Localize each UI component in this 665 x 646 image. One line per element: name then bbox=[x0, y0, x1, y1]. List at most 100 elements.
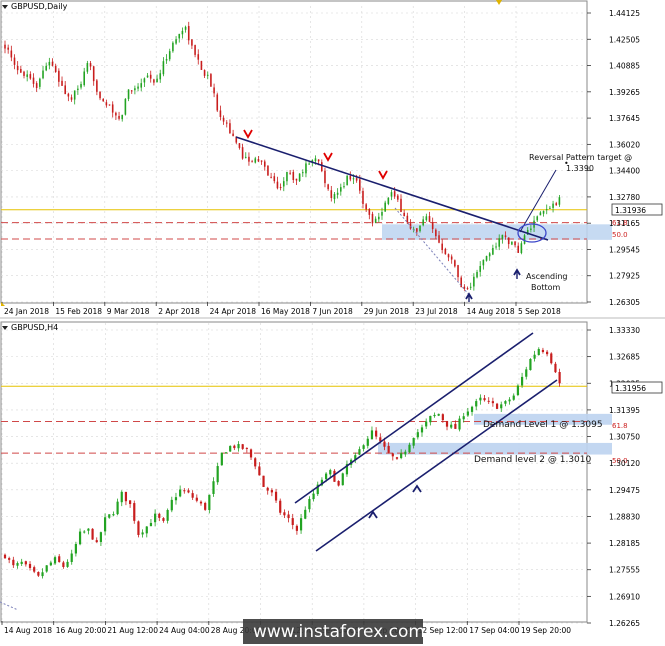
candle-body bbox=[516, 385, 520, 396]
candle-body bbox=[558, 197, 561, 205]
candle-body bbox=[359, 179, 361, 191]
candle-body bbox=[525, 369, 528, 377]
candle-body bbox=[457, 265, 459, 278]
candle-body bbox=[514, 241, 516, 246]
candle-body bbox=[308, 498, 311, 510]
x-tick-label: 5 Sep 2018 bbox=[518, 307, 561, 316]
candle-body bbox=[229, 446, 232, 452]
y-tick-label: 1.37645 bbox=[609, 114, 640, 123]
candle-body bbox=[444, 248, 447, 255]
candle-body bbox=[220, 452, 223, 466]
candle-body bbox=[245, 447, 248, 449]
candle-body bbox=[441, 414, 444, 421]
candle-body bbox=[416, 228, 418, 232]
candle-body bbox=[476, 271, 478, 278]
candle-body bbox=[404, 451, 407, 455]
candle-body bbox=[74, 543, 77, 554]
x-tick-label: 16 May 2018 bbox=[261, 307, 310, 316]
x-tick-label: 9 Mar 2018 bbox=[107, 307, 150, 316]
candle-body bbox=[149, 74, 152, 79]
candle-body bbox=[341, 473, 344, 486]
candle-body bbox=[118, 115, 120, 119]
candle-body bbox=[539, 212, 542, 216]
candle-body bbox=[412, 437, 415, 446]
y-tick-label: 1.32685 bbox=[609, 353, 640, 362]
candle-body bbox=[470, 406, 474, 412]
target-annotation-line2: 1.3390 bbox=[566, 164, 594, 173]
candle-body bbox=[450, 256, 453, 260]
candle-body bbox=[39, 78, 41, 87]
candle-body bbox=[550, 353, 553, 364]
candle-body bbox=[67, 93, 70, 97]
candle-body bbox=[108, 514, 111, 518]
candle-body bbox=[517, 245, 520, 253]
candle-body bbox=[340, 187, 342, 192]
candle-body bbox=[289, 172, 291, 174]
candle-body bbox=[7, 47, 9, 50]
candle-body bbox=[324, 473, 328, 480]
x-tick-label: 7 Jun 2018 bbox=[312, 307, 353, 316]
candle-body bbox=[4, 44, 6, 49]
candle-body bbox=[124, 491, 128, 502]
candle-body bbox=[208, 494, 211, 510]
candle-body bbox=[422, 219, 424, 226]
candle-body bbox=[299, 518, 303, 531]
candle-body bbox=[130, 90, 133, 92]
x-tick-label: 2 Apr 2018 bbox=[158, 307, 200, 316]
candle-body bbox=[366, 438, 369, 446]
x-tick-label: 24 Jan 2018 bbox=[4, 307, 49, 316]
y-tick-label: 1.31395 bbox=[609, 406, 640, 415]
y-tick-label: 1.29545 bbox=[609, 245, 640, 254]
candle-body bbox=[355, 178, 358, 181]
candle-body bbox=[149, 522, 153, 527]
candle-body bbox=[194, 45, 196, 55]
candle-body bbox=[304, 509, 307, 519]
candle-body bbox=[425, 216, 428, 221]
candle-body bbox=[397, 195, 399, 200]
candle-body bbox=[213, 87, 215, 94]
x-tick-label: 19 Sep 20:00 bbox=[521, 626, 571, 635]
candle-body bbox=[542, 210, 545, 214]
candle-body bbox=[153, 79, 155, 83]
ascending-bottom-line2: Bottom bbox=[531, 283, 561, 292]
candle-body bbox=[78, 531, 82, 545]
candle-body bbox=[137, 521, 140, 535]
x-tick-label: 14 Aug 2018 bbox=[4, 626, 52, 635]
candle-body bbox=[179, 489, 182, 497]
candle-body bbox=[53, 557, 57, 564]
candle-body bbox=[462, 416, 465, 420]
candle-body bbox=[283, 512, 286, 516]
candle-body bbox=[28, 563, 32, 568]
candle-body bbox=[383, 441, 386, 447]
candle-body bbox=[175, 39, 177, 44]
candle-body bbox=[210, 74, 212, 87]
candle-body bbox=[279, 186, 282, 188]
y-tick-label: 1.30120 bbox=[609, 459, 640, 468]
candle-body bbox=[92, 66, 95, 82]
candle-body bbox=[13, 57, 16, 65]
candle-body bbox=[549, 207, 551, 209]
demand-level-1-label: Demand Level 1 @ 1.3095 bbox=[483, 420, 603, 430]
candle-body bbox=[172, 42, 174, 52]
candle-body bbox=[12, 559, 15, 566]
x-tick-label: 17 Sep 04:00 bbox=[469, 626, 519, 635]
y-tick-label: 1.26265 bbox=[609, 619, 640, 628]
candle-body bbox=[286, 171, 288, 182]
x-tick-label: 15 Feb 2018 bbox=[55, 307, 102, 316]
candle-body bbox=[187, 26, 190, 41]
candle-body bbox=[487, 400, 490, 402]
candle-body bbox=[229, 123, 231, 134]
candle-body bbox=[191, 493, 194, 498]
candle-body bbox=[162, 518, 165, 521]
candle-body bbox=[327, 184, 329, 190]
candle-body bbox=[267, 165, 269, 176]
candle-body bbox=[70, 553, 73, 562]
daily-current-price-tag: 1.31936 bbox=[615, 206, 646, 215]
x-tick-label: 23 Jul 2018 bbox=[415, 307, 458, 316]
candle-body bbox=[512, 395, 515, 400]
candle-body bbox=[270, 490, 273, 493]
candle-body bbox=[191, 39, 193, 46]
candle-body bbox=[216, 94, 219, 111]
x-tick-label: 12 Sep 12:00 bbox=[418, 626, 468, 635]
candle-body bbox=[391, 453, 394, 457]
